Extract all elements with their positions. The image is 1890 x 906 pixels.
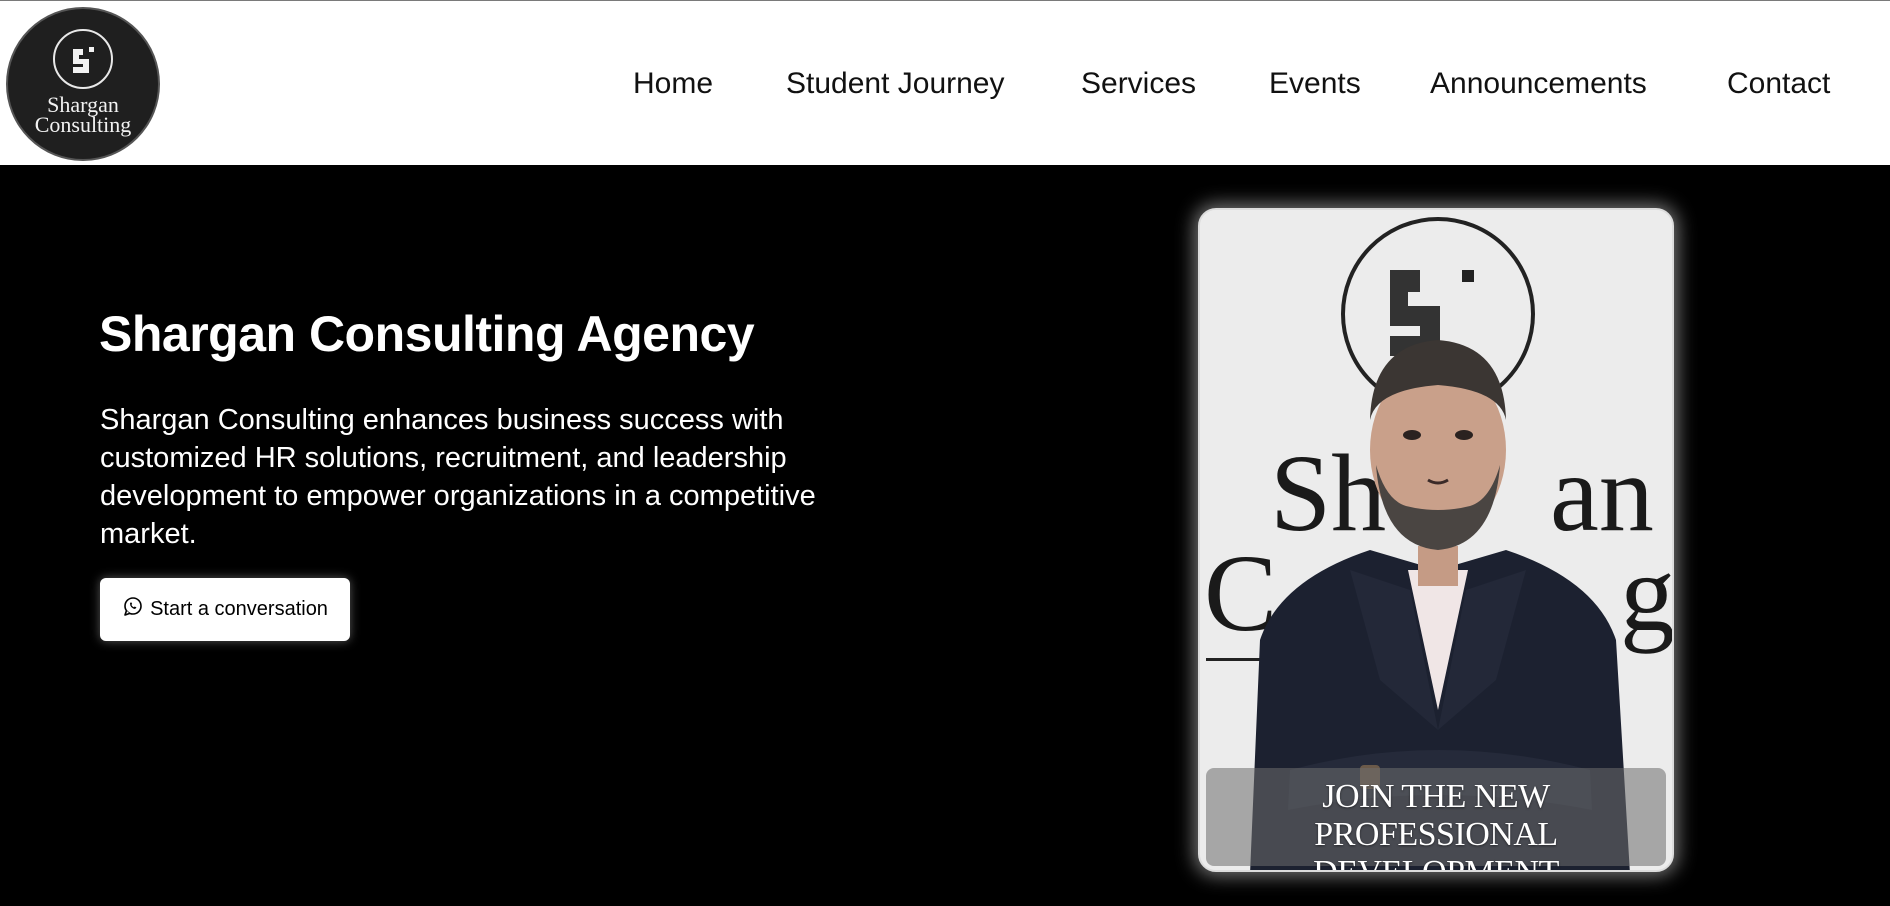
hero-title: Shargan Consulting Agency [99, 306, 755, 362]
site-header: Shargan Consulting Home Student Journey … [0, 1, 1890, 165]
nav-services[interactable]: Services [1081, 67, 1196, 101]
whatsapp-icon [122, 596, 144, 618]
nav-home[interactable]: Home [633, 67, 713, 101]
promo-image-card: Sh an C g JOIN THE NEW PROFESSIONAL DEVE… [1198, 208, 1674, 872]
nav-contact[interactable]: Contact [1727, 67, 1830, 101]
cta-label: Start a conversation [150, 598, 328, 620]
promo-caption-line-2: DEVELOPMENT COMMUNITY [1206, 854, 1666, 870]
logo-line-2: Consulting [34, 112, 132, 137]
promo-caption-line-1: JOIN THE NEW PROFESSIONAL [1314, 778, 1558, 853]
nav-events[interactable]: Events [1269, 67, 1361, 101]
promo-caption: JOIN THE NEW PROFESSIONAL DEVELOPMENT CO… [1206, 768, 1666, 870]
start-conversation-button[interactable]: Start a conversation [100, 578, 350, 641]
nav-announcements[interactable]: Announcements [1430, 67, 1647, 101]
logo-mark-icon [53, 29, 113, 89]
hero-description: Shargan Consulting enhances business suc… [100, 404, 816, 550]
wall-sign-text-1: Sh [1270, 432, 1386, 554]
wall-sign-text-4: g [1620, 532, 1674, 654]
logo-text: Shargan Consulting [34, 94, 132, 137]
brand-logo[interactable]: Shargan Consulting [6, 7, 160, 161]
nav-student-journey[interactable]: Student Journey [786, 67, 1004, 101]
